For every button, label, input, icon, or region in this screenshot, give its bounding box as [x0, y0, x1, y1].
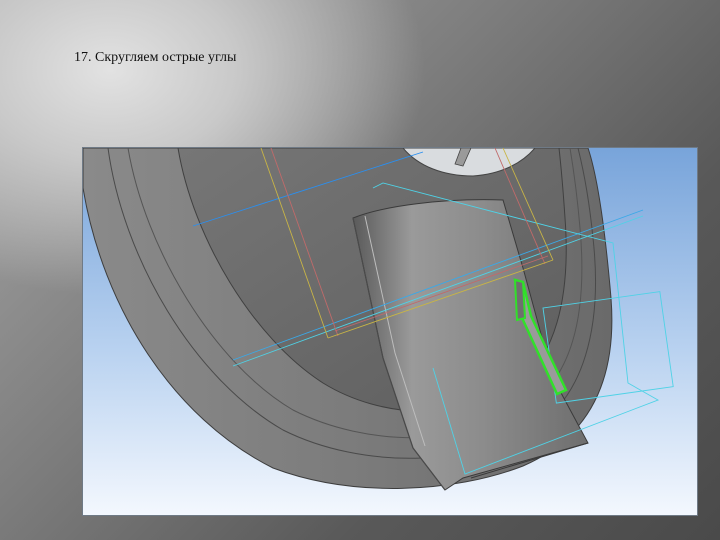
slide-title: 17. Скругляем острые углы — [74, 50, 237, 65]
cad-3d-viewport[interactable] — [82, 147, 698, 516]
model-view-svg — [83, 148, 697, 515]
presentation-slide: 17. Скругляем острые углы — [0, 0, 720, 540]
